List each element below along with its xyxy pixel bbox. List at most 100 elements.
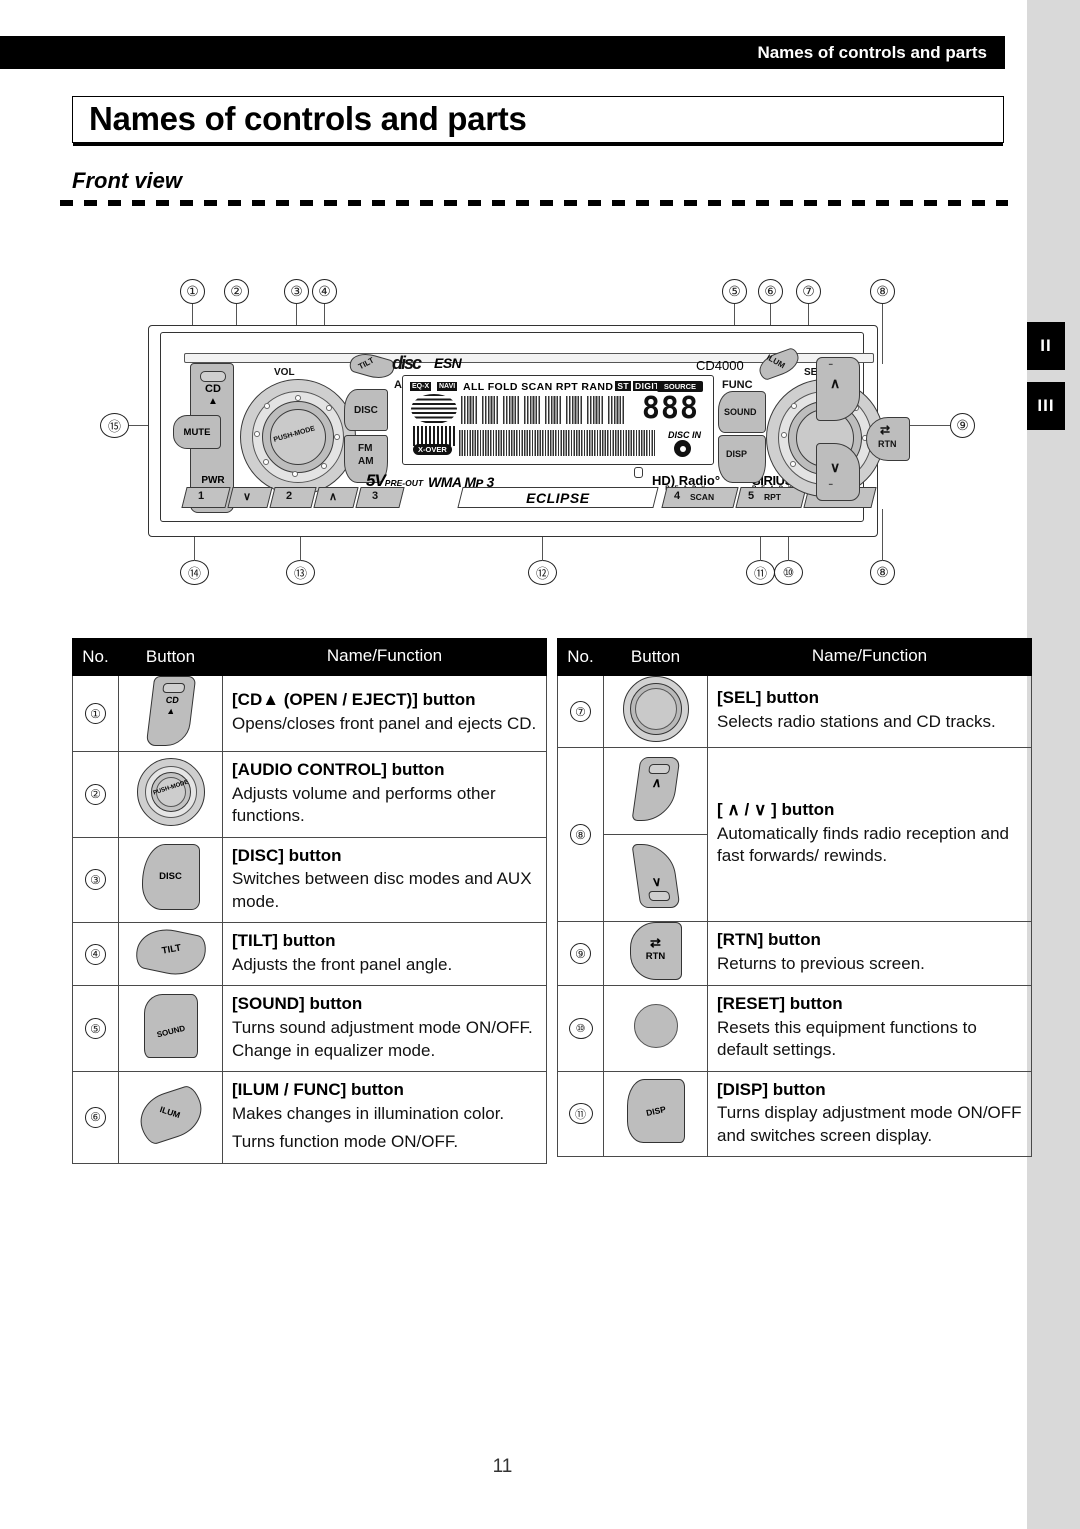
callout-11: ⑪ (746, 560, 775, 585)
knob-dot-6 (263, 459, 269, 465)
sel-dot-8 (791, 403, 797, 409)
lcd-dot-matrix-row (459, 430, 655, 456)
callout-14: ⑭ (180, 560, 209, 585)
seek-down-label: ∨ (243, 491, 252, 503)
row-desc: Automatically finds radio reception and … (717, 823, 1009, 866)
row-no-cell: ⑥ (72, 1071, 119, 1164)
row-desc: Opens/closes front panel and ejects CD. (232, 714, 537, 734)
callout-15: ⑮ (100, 413, 129, 438)
row-title: [ILUM / FUNC] button (232, 1080, 404, 1100)
preset-button-2[interactable] (269, 487, 317, 508)
row-no-cell: ⑨ (557, 921, 604, 986)
cd-button-pill-icon (200, 371, 226, 382)
scan-label: SCAN (690, 492, 715, 502)
callout-1: ① (180, 279, 205, 304)
stereo-faceplate: CD ▲ PWR MUTE VOL PUSH-MODE DISC FM AM T… (166, 339, 910, 513)
preset-button-1[interactable] (181, 487, 231, 508)
callout-3: ③ (284, 279, 309, 304)
mute-label: MUTE (183, 426, 211, 438)
row-title: [ ∧ / ∨ ] button (717, 800, 835, 820)
col-no-left: No. (72, 638, 119, 676)
row-button-cell (603, 675, 708, 748)
row-no-cell: ⑪ (557, 1070, 604, 1158)
callout-6: ⑥ (758, 279, 783, 304)
disp-icon-label: DISP (644, 1104, 667, 1119)
callout-5: ⑤ (722, 279, 747, 304)
knob-dot-3 (334, 434, 340, 440)
knob-dot-2 (326, 405, 332, 411)
col-button-left: Button (118, 638, 223, 676)
reset-button-hole[interactable] (634, 467, 643, 478)
row-number-3: ③ (85, 869, 106, 891)
row-button-cell-up: ∧ (603, 747, 708, 835)
preset-button-3[interactable] (355, 487, 405, 508)
preset-4-label: 4 (674, 490, 681, 502)
row-no-cell: ② (72, 751, 119, 838)
edge-tab-section-3[interactable]: III (1027, 382, 1065, 430)
edge-tab-section-2[interactable]: II (1027, 322, 1065, 370)
row-button-cell-down: ∨ (603, 834, 708, 922)
seek-up-icon-arrow: ∧ (650, 774, 663, 790)
table-row: ⑪ DISP [DISP] button Turns display adjus… (557, 1070, 1032, 1158)
row-title: [DISP] button (717, 1079, 826, 1099)
reset-button-icon (633, 1003, 678, 1048)
running-header-title: Names of controls and parts (757, 43, 987, 62)
leader-8-top (882, 304, 884, 364)
page-edge-strip (1027, 0, 1080, 1529)
eclipse-brand-label: ECLIPSE (526, 490, 590, 506)
callout-8-bottom: ⑧ (870, 560, 895, 585)
lcd-display: EQ-X NAVI X-OVER ALL FOLD SCAN RPT RAND S… (402, 375, 714, 465)
table-row: ⑩ [RESET] button Resets this equipment f… (557, 985, 1032, 1072)
preset-3-label: 3 (372, 490, 379, 502)
callout-8-top: ⑧ (870, 279, 895, 304)
tilt-button-icon: TILT (132, 923, 209, 981)
row-number-4: ④ (85, 943, 106, 965)
row-function-cell: [SEL] button Selects radio stations and … (707, 675, 1032, 748)
mute-button[interactable]: MUTE (173, 415, 221, 449)
callout-13: ⑬ (286, 560, 315, 585)
lcd-eq-graphic-icon (411, 394, 457, 424)
seek-up-button-icon: ∧ (631, 756, 680, 821)
row-desc: Selects radio stations and CD tracks. (717, 712, 996, 732)
row-number-10: ⑩ (568, 1017, 593, 1039)
row-desc: Adjusts volume and performs other functi… (232, 783, 496, 826)
table-row: ⑧ ∧ [ ∧ / ∨ ] button Automatically finds… (557, 747, 1032, 922)
row-desc: Switches between disc modes and AUX mode… (232, 869, 532, 911)
row-desc: Turns display adjustment mode ON/OFF and… (717, 1103, 1022, 1145)
col-name-function-right: Name/Function (707, 638, 1032, 676)
row-button-cell: ⇄ RTN (603, 921, 708, 986)
row-desc: Returns to previous screen. (717, 954, 925, 974)
cd-icon-label: CD (164, 695, 179, 705)
preset-5-label: 5 (748, 490, 755, 502)
preset-button-bar: 1 ∨ 2 ∧ 3 ECLIPSE 4 SCAN 5 RPT 6 RAND (181, 487, 877, 509)
callout-9: ⑨ (950, 413, 975, 438)
row-no-cell: ⑦ (557, 675, 604, 748)
row-function-cell: [RTN] button Returns to previous screen. (707, 921, 1032, 986)
eject-icon: ▲ (208, 396, 218, 407)
row-button-cell: DISC (118, 836, 223, 924)
row-title: [SEL] button (717, 688, 819, 708)
row-no-cell: ⑤ (72, 985, 119, 1073)
disp-button[interactable] (718, 435, 766, 483)
knob-dot-4 (321, 463, 327, 469)
row-button-cell: DISP (603, 1070, 708, 1158)
page-title: Names of controls and parts (89, 100, 527, 137)
disp-label: DISP (726, 449, 748, 459)
cd-eject-button-icon: CD ▲ (145, 676, 196, 746)
leader-8-bottom (882, 509, 884, 561)
am-label: AM (358, 456, 374, 467)
disc-button-icon: DISC (141, 844, 200, 911)
eclipse-brand-plate: ECLIPSE (457, 487, 659, 508)
preset-2-label: 2 (286, 490, 293, 502)
controls-table-left: No. Button Name/Function ① CD ▲ [CD▲ (OP… (72, 638, 547, 1164)
fm-label: FM (358, 443, 373, 454)
row-function-cell: [TILT] button Adjusts the front panel an… (222, 922, 547, 987)
table-row: ⑦ [SEL] button Selects radio stations an… (557, 675, 1032, 748)
sound-label: SOUND (724, 407, 757, 417)
ilum-icon-label: ILUM (158, 1104, 182, 1120)
tilt-icon-label: TILT (160, 942, 182, 957)
row-button-cell (603, 985, 708, 1072)
row-button-cell: TILT (118, 922, 223, 987)
lcd-xover-indicator: X-OVER (413, 444, 452, 455)
row-button-cell: SOUND (118, 985, 223, 1073)
